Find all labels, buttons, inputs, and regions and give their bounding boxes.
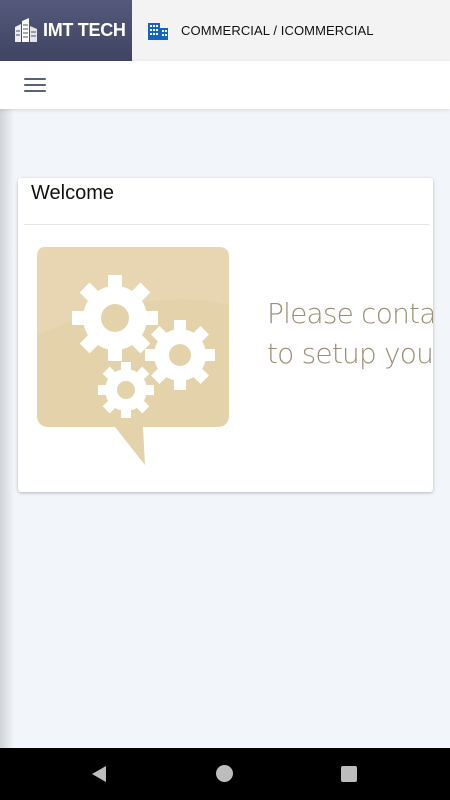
back-icon[interactable] (90, 765, 108, 783)
top-header: IMT TECH COMMERCIAL / ICOMMERCIAL (0, 0, 450, 61)
building-icon (148, 23, 168, 40)
notice-line-2: to setup your r (267, 337, 433, 370)
welcome-card: Welcome Please conta to setup you (18, 178, 433, 492)
system-nav-bar (0, 748, 450, 800)
brand-logo[interactable]: IMT TECH (0, 0, 132, 61)
card-title: Welcome (31, 182, 114, 204)
notice-line-1: Please contact (267, 297, 433, 330)
home-icon[interactable] (216, 765, 233, 782)
hamburger-menu-icon[interactable] (22, 74, 48, 96)
recent-apps-icon[interactable] (341, 766, 357, 782)
building-logo-icon (15, 17, 37, 42)
drawer-edge-shadow (0, 109, 14, 749)
brand-name: IMT TECH (43, 20, 126, 40)
card-divider (24, 224, 429, 225)
screen: IMT TECH COMMERCIAL / ICOMMERCIAL Welcom… (0, 0, 450, 800)
gears-speech-bubble-icon (37, 247, 229, 465)
setup-notice: Please contact to setup your r (267, 294, 433, 374)
org-breadcrumb[interactable]: COMMERCIAL / ICOMMERCIAL (181, 23, 374, 38)
app-bar (0, 61, 450, 109)
